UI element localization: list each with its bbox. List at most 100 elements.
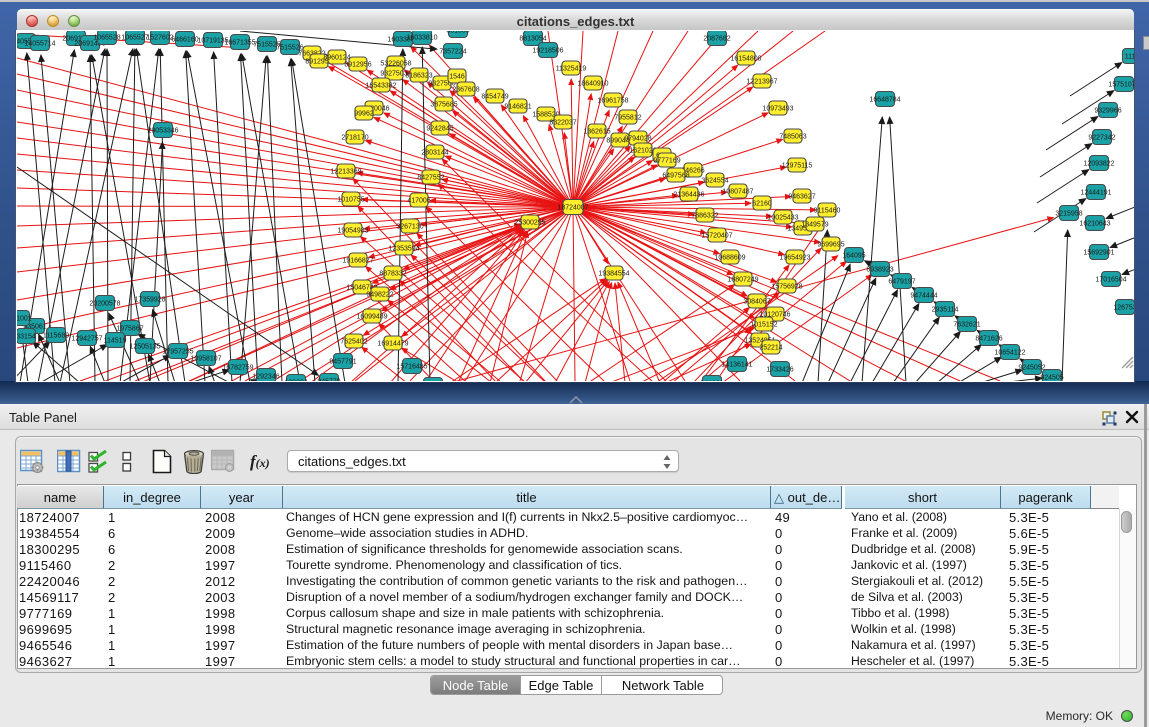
svg-text:9227342: 9227342 — [1088, 134, 1115, 141]
svg-text:252214: 252214 — [759, 344, 782, 351]
svg-text:1117: 1117 — [1125, 53, 1134, 60]
svg-text:15720407: 15720407 — [701, 232, 732, 239]
svg-text:62160: 62160 — [752, 200, 772, 207]
svg-text:164095: 164095 — [842, 252, 865, 259]
svg-text:17016504: 17016504 — [1095, 276, 1126, 283]
svg-text:19218506: 19218506 — [532, 47, 563, 54]
svg-text:12444191: 12444191 — [1080, 189, 1111, 196]
svg-text:15751074: 15751074 — [1108, 81, 1134, 88]
svg-text:8938923: 8938923 — [866, 266, 893, 273]
svg-text:7886322: 7886322 — [691, 212, 718, 219]
svg-text:8186323: 8186323 — [405, 72, 432, 79]
svg-text:3624554: 3624554 — [701, 177, 728, 184]
svg-text:1527602: 1527602 — [146, 34, 173, 41]
svg-text:15692901: 15692901 — [1083, 249, 1114, 256]
svg-text:9474444: 9474444 — [910, 292, 937, 299]
svg-text:9146821: 9146821 — [504, 103, 531, 110]
svg-text:10688609: 10688609 — [714, 254, 745, 261]
svg-text:6466160: 6466160 — [171, 36, 198, 43]
svg-text:3215958: 3215958 — [1055, 210, 1082, 217]
svg-text:9329966: 9329966 — [1094, 107, 1121, 114]
svg-text:9457791: 9457791 — [329, 358, 356, 365]
svg-text:2718170: 2718170 — [341, 134, 368, 141]
svg-text:1065527: 1065527 — [121, 34, 148, 41]
svg-text:18807249: 18807249 — [727, 276, 758, 283]
svg-text:9242845: 9242845 — [426, 125, 453, 132]
svg-text:9245052: 9245052 — [1018, 364, 1045, 371]
svg-text:881001: 881001 — [17, 315, 32, 322]
svg-text:1115689: 1115689 — [43, 332, 69, 339]
svg-text:417006: 417006 — [407, 197, 430, 204]
svg-text:8322037: 8322037 — [549, 119, 576, 126]
svg-text:8813054: 8813054 — [519, 35, 546, 42]
svg-text:7357224: 7357224 — [439, 48, 466, 55]
svg-text:29053346: 29053346 — [147, 127, 178, 134]
svg-text:21364436: 21364436 — [673, 191, 704, 198]
svg-text:9463627: 9463627 — [788, 193, 815, 200]
svg-text:1546: 1546 — [449, 73, 465, 80]
svg-text:19654923: 19654923 — [779, 254, 810, 261]
svg-text:9777169: 9777169 — [653, 157, 680, 164]
svg-text:10973493: 10973493 — [762, 105, 793, 112]
svg-text:9699695: 9699695 — [817, 241, 844, 248]
svg-text:9794028: 9794028 — [624, 135, 651, 142]
svg-text:16648784: 16648784 — [869, 96, 900, 103]
svg-text:945779: 945779 — [317, 378, 340, 381]
svg-text:3875685: 3875685 — [430, 101, 457, 108]
svg-text:12213967: 12213967 — [746, 78, 777, 85]
svg-text:924505: 924505 — [1040, 374, 1063, 381]
svg-text:1733426: 1733426 — [766, 366, 793, 373]
svg-text:7955812: 7955812 — [614, 114, 641, 121]
svg-text:16543382: 16543382 — [365, 82, 396, 89]
svg-text:12942757: 12942757 — [71, 335, 102, 342]
svg-text:8878332: 8878332 — [379, 270, 406, 277]
svg-text:25300295: 25300295 — [514, 219, 545, 226]
svg-text:15756928: 15756928 — [771, 283, 802, 290]
svg-text:10958107: 10958107 — [190, 355, 221, 362]
svg-text:1975867: 1975867 — [116, 325, 143, 332]
svg-text:9498222: 9498222 — [366, 291, 393, 298]
svg-text:10025433: 10025433 — [767, 214, 798, 221]
svg-text:99962: 99962 — [354, 110, 374, 117]
svg-text:8427552: 8427552 — [417, 174, 444, 181]
svg-text:1292346: 1292346 — [252, 373, 279, 380]
svg-text:16961758: 16961758 — [597, 97, 628, 104]
svg-text:6497568: 6497568 — [662, 172, 689, 179]
svg-text:12093822: 12093822 — [1083, 160, 1114, 167]
svg-text:126753: 126753 — [1113, 304, 1134, 311]
svg-text:8960124: 8960124 — [323, 54, 350, 61]
svg-text:19166827: 19166827 — [342, 257, 373, 264]
svg-text:1010755: 1010755 — [337, 196, 364, 203]
svg-text:12213369: 12213369 — [330, 168, 361, 175]
svg-text:16099489: 16099489 — [356, 313, 387, 320]
svg-text:16033810: 16033810 — [406, 34, 437, 41]
svg-text:1015152: 1015152 — [750, 321, 777, 328]
svg-text:141361: 141361 — [700, 380, 723, 381]
svg-text:11325419: 11325419 — [556, 65, 587, 72]
svg-text:19054983: 19054983 — [337, 227, 368, 234]
svg-text:6479197: 6479197 — [888, 278, 915, 285]
svg-text:16154808: 16154808 — [730, 55, 761, 62]
svg-text:10654122: 10654122 — [994, 349, 1025, 356]
svg-text:114519: 114519 — [104, 337, 127, 344]
svg-text:12353594: 12353594 — [388, 245, 419, 252]
svg-text:18640910: 18640910 — [577, 80, 608, 87]
svg-text:8454749: 8454749 — [481, 93, 508, 100]
svg-text:16671355: 16671355 — [224, 39, 255, 46]
svg-text:129234: 129234 — [284, 379, 307, 381]
svg-text:33154: 33154 — [17, 333, 36, 340]
svg-text:2087682: 2087682 — [703, 35, 730, 42]
svg-text:14136141: 14136141 — [721, 361, 752, 368]
svg-text:16210643: 16210643 — [1079, 220, 1110, 227]
svg-text:2367608: 2367608 — [452, 86, 479, 93]
svg-text:16782759: 16782759 — [222, 364, 253, 371]
svg-text:20200578: 20200578 — [89, 300, 120, 307]
svg-text:9327503: 9327503 — [380, 70, 407, 77]
svg-text:18724007: 18724007 — [557, 204, 588, 211]
svg-text:3267130: 3267130 — [396, 223, 423, 230]
svg-text:19384554: 19384554 — [598, 270, 629, 277]
svg-text:2803144: 2803144 — [421, 149, 448, 156]
svg-text:1065528: 1065528 — [93, 34, 120, 41]
svg-text:881305: 881305 — [446, 31, 469, 34]
svg-text:1362615: 1362615 — [583, 128, 610, 135]
